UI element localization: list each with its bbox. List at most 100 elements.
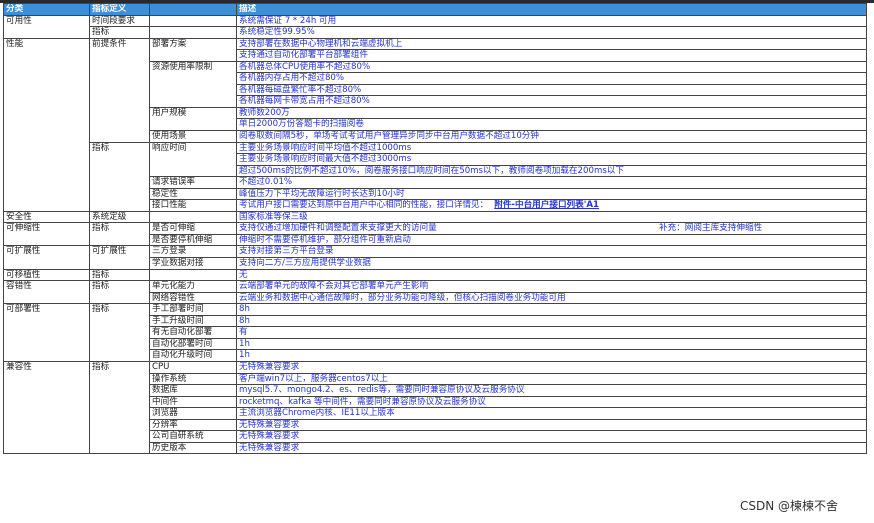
description-cell: 支持仅通过增加硬件和调整配置来支撑更大的访问量 补充：网阅主库支持伸缩性 [237,223,867,235]
sub-item-cell: 手工部署时间 [150,304,237,316]
category-cell: 可扩展性 [4,246,90,259]
sub-item-cell: 单元化能力 [150,281,237,293]
indicator-cell [90,258,150,270]
description-cell: 考试用户接口需要达到原中台用户中心相同的性能，接口详情见： 附件-中台用户接口列表… [237,200,867,212]
indicator-cell: 指标 [90,281,150,293]
category-cell [4,327,90,339]
indicator-cell: 指标 [90,304,150,316]
category-cell [4,50,90,62]
requirements-table: 分类 指标定义 描述 可用性 时间段要求 系统需保证 7 * 24h 可用 指标 系统稳… [3,3,867,455]
description-cell: 1h [237,338,867,351]
indicator-cell [90,73,150,85]
description-cell: 8h [237,315,867,328]
indicator-cell [90,154,150,166]
category-cell [4,373,90,386]
description-cell: 主要业务场景响应时间最大值不超过3000ms [237,154,867,166]
category-cell [4,84,90,97]
csdn-watermark: CSDN @楝楝不舍 [740,499,839,513]
sub-item-cell [150,165,237,178]
header-indicator-definition: 指标定义 [90,4,150,16]
indicator-cell [90,131,150,143]
header-description: 描述 [237,4,867,16]
sub-item-cell: 部署方案 [150,38,237,51]
description-cell: 各机器每磁盘繁忙率不超过80% [237,84,867,97]
category-cell [4,408,90,420]
indicator-cell [90,177,150,189]
attachment-link[interactable]: 附件-中台用户接口列表'A1 [494,200,599,210]
category-cell [4,27,90,39]
sub-item-cell: 有无自动化部署 [150,327,237,339]
sub-item-cell: 自动化升级时间 [150,350,237,362]
description-cell: rocketmq、kafka 等中间件，需要同时兼容原协议及云服务协议 [237,396,867,409]
category-cell [4,385,90,397]
sub-item-cell: 公司自研系统 [150,431,237,443]
indicator-cell: 系统定级 [90,211,150,224]
header-sub-item [150,4,237,16]
description-cell: 系统稳定性99.95% [237,27,867,39]
sub-item-cell: 学业数据对接 [150,258,237,270]
sub-item-cell [150,154,237,166]
sub-item-cell: 浏览器 [150,408,237,420]
category-cell [4,258,90,270]
category-cell [4,107,90,120]
indicator-cell [90,50,150,62]
description-cell: 1h [237,350,867,362]
category-cell [4,396,90,409]
category-cell [4,442,90,455]
indicator-cell: 时间段要求 [90,15,150,28]
sub-item-cell: 数据库 [150,385,237,397]
description-cell: 系统需保证 7 * 24h 可用 [237,15,867,28]
sub-item-cell: 响应时间 [150,142,237,155]
category-cell [4,154,90,166]
indicator-cell: 指标 [90,361,150,374]
category-cell [4,431,90,443]
sub-item-cell: 是否要停机伸缩 [150,234,237,247]
indicator-cell [90,350,150,362]
indicator-cell: 前提条件 [90,38,150,51]
description-cell: 支持部署在数据中心物理机和云端虚拟机上 [237,38,867,51]
description-cell: 各机器每网卡带宽占用不超过80% [237,96,867,108]
indicator-cell [90,442,150,455]
indicator-cell [90,373,150,386]
description-cell: 无特殊兼容要求 [237,442,867,455]
description-cell: 单日2000万份答题卡的扫描阅卷 [237,119,867,132]
category-cell [4,315,90,328]
interface-performance-text: 考试用户接口需要达到原中台用户中心相同的性能，接口详情见： [239,200,489,211]
category-cell: 兼容性 [4,361,90,374]
sub-item-cell: 分辨率 [150,419,237,432]
indicator-cell: 指标 [90,269,150,282]
description-cell: 客户端win7以上，服务器centos7以上 [237,373,867,386]
sub-item-cell: 是否可伸缩 [150,223,237,235]
indicator-cell [90,396,150,409]
description-cell: 云端部署单元的故障不会对其它部署单元产生影响 [237,281,867,293]
sub-item-cell: 资源使用率限制 [150,61,237,74]
category-cell: 容错性 [4,281,90,293]
sub-item-cell [150,50,237,62]
category-cell [4,200,90,212]
sub-item-cell: 自动化部署时间 [150,338,237,351]
sub-item-cell [150,15,237,28]
category-cell: 可移植性 [4,269,90,282]
sub-item-cell: 历史版本 [150,442,237,455]
category-cell: 可用性 [4,15,90,28]
sub-item-cell [150,269,237,282]
sub-item-cell: CPU [150,361,237,374]
category-cell [4,96,90,108]
category-cell [4,234,90,247]
category-cell [4,142,90,155]
description-cell: 主流浏览器Chrome内核、IE11以上版本 [237,408,867,420]
category-cell: 性能 [4,38,90,51]
sub-item-cell: 接口性能 [150,200,237,212]
indicator-cell [90,200,150,212]
description-cell: 伸缩时不需要停机维护，部分组件可重新启动 [237,234,867,247]
sub-item-cell: 中间件 [150,396,237,409]
description-cell: 支持通过自动化部署平台部署组件 [237,50,867,62]
sub-item-cell: 稳定性 [150,188,237,201]
category-cell [4,131,90,143]
indicator-cell [90,431,150,443]
indicator-cell [90,338,150,351]
sub-item-cell [150,27,237,39]
category-cell [4,177,90,189]
sub-item-cell: 三方登录 [150,246,237,259]
indicator-cell [90,234,150,247]
